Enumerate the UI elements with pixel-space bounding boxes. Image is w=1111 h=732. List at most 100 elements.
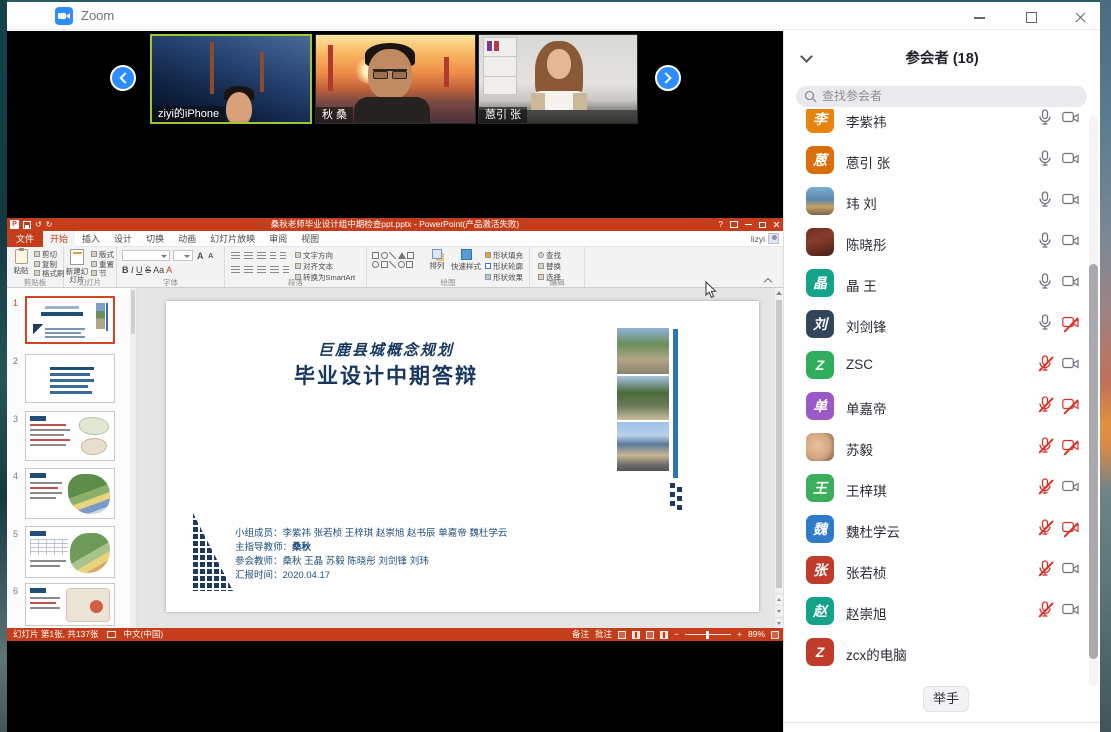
tab-slideshow[interactable]: 幻灯片放映 xyxy=(203,231,262,247)
zoom-level[interactable]: 89% xyxy=(748,628,765,641)
thumb-art xyxy=(30,434,64,436)
font-name-dropdown[interactable] xyxy=(122,250,170,261)
next-slide-button[interactable] xyxy=(775,605,783,616)
participant-row[interactable]: 赵 赵崇旭 xyxy=(784,591,1088,632)
participant-row[interactable]: 晶 晶 王 xyxy=(784,263,1088,304)
copy-button[interactable]: 复制 xyxy=(34,260,65,270)
slideshow-icon[interactable] xyxy=(660,631,668,639)
participant-row[interactable]: 刘 刘剑锋 xyxy=(784,304,1088,345)
align-buttons[interactable] xyxy=(231,266,293,276)
video-tile-2[interactable]: 秋 桑 xyxy=(315,34,476,124)
participant-row[interactable]: 李 李紫祎 xyxy=(784,109,1088,140)
layout-button[interactable]: 版式 xyxy=(91,250,114,260)
video-tile-3[interactable]: 蒽引 张 xyxy=(478,34,638,124)
participant-row[interactable]: 单 单嘉帝 xyxy=(784,386,1088,427)
case-button[interactable]: Aa xyxy=(153,265,164,275)
shape-fill-button[interactable]: 形状填充 xyxy=(485,250,523,261)
slide-scrollbar[interactable] xyxy=(775,288,783,628)
reading-view-icon[interactable] xyxy=(646,631,654,639)
tab-design[interactable]: 设计 xyxy=(107,231,139,247)
undo-icon[interactable]: ↺ xyxy=(35,220,42,230)
grow-font-icon[interactable]: A xyxy=(197,251,204,261)
raise-hand-button[interactable]: 举手 xyxy=(923,686,969,712)
tab-home[interactable]: 开始 xyxy=(43,231,75,247)
normal-view-icon[interactable] xyxy=(618,631,626,639)
strikethrough-button[interactable]: S xyxy=(145,265,151,275)
participant-row[interactable]: Z ZSC xyxy=(784,345,1088,386)
search-box[interactable] xyxy=(796,86,1087,107)
italic-button[interactable]: I xyxy=(131,265,134,275)
shape-outline-button[interactable]: 形状轮廓 xyxy=(485,261,523,272)
participant-row[interactable]: 王 王梓琪 xyxy=(784,468,1088,509)
participants-scrollbar-thumb[interactable] xyxy=(1089,264,1098,659)
participant-row[interactable]: 张 张若桢 xyxy=(784,550,1088,591)
font-color-button[interactable]: A xyxy=(166,265,172,275)
find-button[interactable]: 查找 xyxy=(538,250,561,261)
scrollbar-thumb[interactable] xyxy=(776,300,782,588)
next-slide-button[interactable] xyxy=(775,617,783,628)
bold-button[interactable]: B xyxy=(122,265,129,275)
slide-sorter-icon[interactable] xyxy=(632,631,640,639)
spellcheck-icon[interactable] xyxy=(107,631,116,638)
notes-button[interactable]: 备注 xyxy=(572,628,589,641)
slide-thumbnail-4[interactable] xyxy=(25,468,115,519)
slide-thumbnail-2[interactable] xyxy=(25,354,115,403)
underline-button[interactable]: U xyxy=(136,265,143,275)
slide-canvas[interactable]: 巨鹿县城概念规划 毕业设计中期答辩 xyxy=(166,301,759,612)
zoom-slider-thumb[interactable] xyxy=(706,631,709,639)
tab-transitions[interactable]: 切换 xyxy=(139,231,171,247)
slide-thumbnail-6[interactable] xyxy=(25,583,115,626)
list-buttons[interactable] xyxy=(231,252,290,262)
zoom-slider[interactable] xyxy=(685,634,731,635)
thumbnail-scrollbar[interactable] xyxy=(130,288,136,628)
quick-styles-button[interactable]: 快速样式 xyxy=(451,249,481,271)
previous-slide-button[interactable] xyxy=(775,593,783,604)
filmstrip-next-button[interactable] xyxy=(655,65,681,91)
search-input[interactable] xyxy=(822,87,1072,105)
reset-button[interactable]: 重置 xyxy=(91,260,114,270)
slide-thumbnail-3[interactable] xyxy=(25,411,115,461)
save-icon[interactable] xyxy=(23,221,31,229)
tab-animations[interactable]: 动画 xyxy=(171,231,203,247)
slide-thumbnail-1[interactable] xyxy=(25,296,115,344)
participant-row[interactable]: 魏 魏杜学云 xyxy=(784,509,1088,550)
close-button[interactable] xyxy=(1073,10,1089,24)
cut-button[interactable]: 剪切 xyxy=(34,250,65,260)
ppt-close-icon[interactable] xyxy=(773,221,780,228)
participant-row[interactable]: 苏毅 xyxy=(784,427,1088,468)
tab-insert[interactable]: 插入 xyxy=(75,231,107,247)
minimize-button[interactable] xyxy=(972,10,988,24)
fit-to-window-icon[interactable] xyxy=(771,631,779,639)
participant-row[interactable]: 陈晓彤 xyxy=(784,222,1088,263)
tab-review[interactable]: 审阅 xyxy=(262,231,294,247)
video-tile-1[interactable]: ziyi的iPhone xyxy=(150,34,312,124)
account-area[interactable]: lizyi xyxy=(751,231,779,247)
help-icon[interactable]: ? xyxy=(719,220,723,229)
paste-button[interactable]: 粘贴 xyxy=(9,249,33,275)
language-indicator[interactable]: 中文(中国) xyxy=(124,628,164,641)
replace-button[interactable]: 替换 xyxy=(538,261,561,272)
zoom-out-icon[interactable]: − xyxy=(674,628,679,641)
ppt-restore-icon[interactable] xyxy=(759,222,766,228)
tab-view[interactable]: 视图 xyxy=(294,231,326,247)
redo-icon[interactable]: ↻ xyxy=(46,220,53,230)
participant-row[interactable]: 玮 刘 xyxy=(784,181,1088,222)
text-direction-button[interactable]: 文字方向 xyxy=(295,250,355,261)
collapse-ribbon-icon[interactable] xyxy=(764,278,772,286)
slide-thumbnail-5[interactable] xyxy=(25,526,115,578)
font-size-dropdown[interactable] xyxy=(173,250,193,261)
ribbon-display-icon[interactable] xyxy=(730,221,738,228)
slide-editing-area[interactable]: 巨鹿县城概念规划 毕业设计中期答辩 xyxy=(137,288,775,628)
participant-row[interactable]: 蒽 蒽引 张 xyxy=(784,140,1088,181)
participant-row[interactable]: Z zcx的电脑 xyxy=(784,632,1088,673)
zoom-in-icon[interactable]: + xyxy=(737,628,742,641)
filmstrip-prev-button[interactable] xyxy=(110,65,136,91)
comments-button[interactable]: 批注 xyxy=(595,628,612,641)
maximize-button[interactable] xyxy=(1024,10,1040,24)
shapes-gallery[interactable] xyxy=(372,251,424,269)
arrange-button[interactable]: 排列 xyxy=(425,249,449,270)
shrink-font-icon[interactable]: A xyxy=(208,251,213,260)
tab-file[interactable]: 文件 xyxy=(7,231,43,247)
align-text-button[interactable]: 对齐文本 xyxy=(295,261,355,272)
ppt-minimize-icon[interactable] xyxy=(745,224,752,225)
